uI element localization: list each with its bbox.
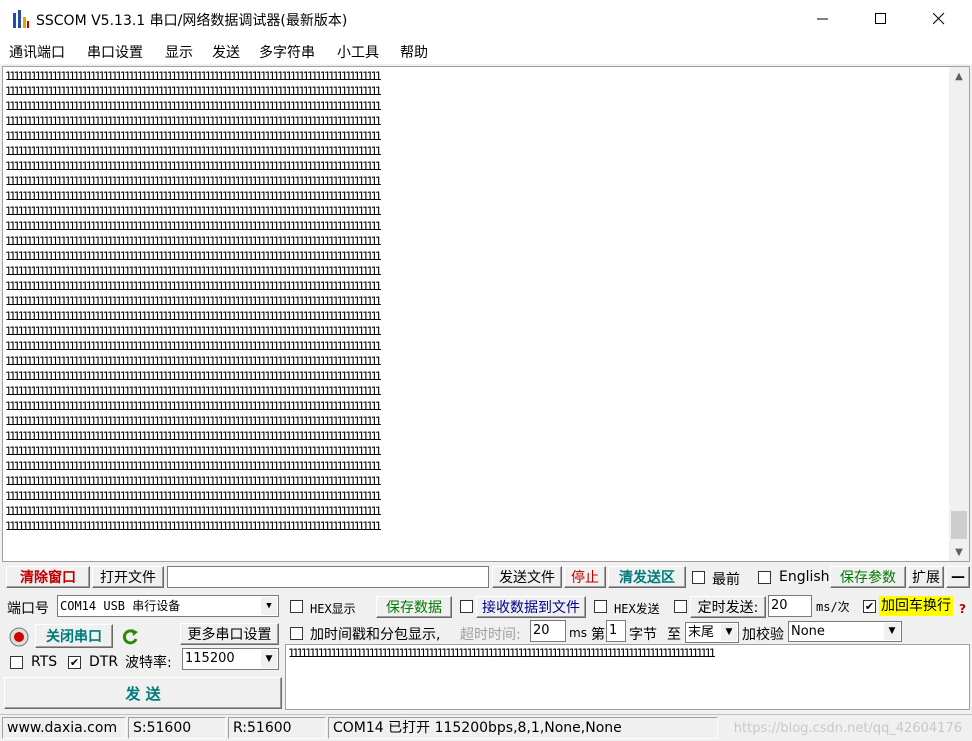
collapse-button[interactable]: — bbox=[946, 566, 970, 588]
timestamp-checkbox[interactable] bbox=[290, 627, 303, 640]
nth-label: 第 bbox=[591, 627, 605, 643]
menu-help[interactable]: 帮助 bbox=[400, 42, 428, 62]
help-icon[interactable]: ? bbox=[959, 602, 966, 616]
checksum-label: 加校验 bbox=[742, 627, 784, 643]
send-textarea[interactable]: 1111111111111111111111111111111111111111… bbox=[285, 644, 970, 710]
checksum-value: None bbox=[791, 624, 825, 639]
maximize-button[interactable] bbox=[858, 0, 904, 38]
close-icon bbox=[933, 13, 945, 25]
website-link[interactable]: www.daxia.com bbox=[2, 717, 126, 739]
minimize-button[interactable] bbox=[800, 0, 846, 38]
receive-text: 1111111111111111111111111111111111111111… bbox=[5, 70, 382, 533]
status-bar: www.daxia.com S:51600 R:51600 COM14 已打开 … bbox=[0, 714, 972, 741]
chevron-down-icon: ▼ bbox=[884, 623, 900, 640]
receive-area[interactable]: 1111111111111111111111111111111111111111… bbox=[2, 66, 970, 562]
port-label: 端口号 bbox=[7, 601, 49, 617]
save-data-button[interactable]: 保存数据 bbox=[376, 596, 452, 618]
hex-send-checkbox[interactable] bbox=[594, 600, 607, 613]
app-icon bbox=[13, 10, 29, 28]
timestamp-label: 加时间戳和分包显示, bbox=[310, 627, 441, 643]
send-text: 1111111111111111111111111111111111111111… bbox=[288, 647, 716, 660]
to-label: 至 bbox=[667, 627, 681, 643]
title-bar: SSCOM V5.13.1 串口/网络数据调试器(最新版本) bbox=[0, 0, 972, 38]
send-file-button[interactable]: 发送文件 bbox=[492, 566, 562, 588]
add-crlf-checkbox[interactable]: ✔ bbox=[863, 600, 876, 613]
menu-bar: 通讯端口 串口设置 显示 发送 多字符串 小工具 帮助 bbox=[0, 38, 972, 64]
hex-display-checkbox[interactable] bbox=[290, 600, 303, 613]
recv-to-file-checkbox[interactable] bbox=[460, 600, 473, 613]
expand-button[interactable]: 扩展 bbox=[908, 566, 944, 588]
scroll-down-icon[interactable]: ▼ bbox=[949, 543, 969, 561]
recv-to-file-button[interactable]: 接收数据到文件 bbox=[476, 596, 586, 618]
english-checkbox[interactable] bbox=[758, 571, 771, 584]
save-params-button[interactable]: 保存参数 bbox=[830, 566, 906, 588]
clear-window-button[interactable]: 清除窗口 bbox=[6, 566, 90, 588]
more-settings-button[interactable]: 更多串口设置 bbox=[180, 623, 279, 645]
baud-select[interactable]: 115200 ▼ bbox=[182, 648, 279, 670]
baud-label: 波特率: bbox=[125, 655, 172, 671]
menu-display[interactable]: 显示 bbox=[165, 42, 193, 62]
scroll-up-icon[interactable]: ▲ bbox=[949, 67, 969, 85]
timeout-input[interactable]: 20 bbox=[530, 620, 566, 642]
clear-send-button[interactable]: 清发送区 bbox=[608, 566, 686, 588]
send-button[interactable]: 发 送 bbox=[4, 677, 282, 709]
refresh-icon[interactable] bbox=[120, 627, 140, 647]
file-path-input[interactable] bbox=[167, 566, 489, 588]
sent-count: S:51600 bbox=[128, 717, 226, 739]
add-crlf-label[interactable]: 加回车换行 bbox=[879, 596, 953, 616]
window-title: SSCOM V5.13.1 串口/网络数据调试器(最新版本) bbox=[36, 13, 348, 29]
menu-send[interactable]: 发送 bbox=[212, 42, 240, 62]
dtr-label: DTR bbox=[89, 654, 119, 670]
close-window-button[interactable] bbox=[916, 0, 962, 38]
close-port-button[interactable]: 关闭串口 bbox=[35, 624, 113, 648]
end-select[interactable]: 末尾 ▼ bbox=[685, 622, 739, 643]
topmost-label: 最前 bbox=[712, 572, 740, 588]
checksum-select[interactable]: None ▼ bbox=[788, 621, 902, 642]
timed-send-button[interactable]: 定时发送: bbox=[690, 596, 766, 618]
english-label: English bbox=[779, 569, 830, 585]
end-value: 末尾 bbox=[688, 625, 715, 640]
received-count: R:51600 bbox=[228, 717, 326, 739]
rts-checkbox[interactable] bbox=[10, 656, 23, 669]
record-icon bbox=[9, 627, 29, 647]
stop-button[interactable]: 停止 bbox=[564, 566, 606, 588]
byte-label: 字节 bbox=[629, 627, 657, 643]
dtr-checkbox[interactable]: ✔ bbox=[68, 656, 81, 669]
topmost-checkbox[interactable] bbox=[692, 571, 705, 584]
maximize-icon bbox=[875, 13, 886, 24]
timed-send-checkbox[interactable] bbox=[674, 600, 687, 613]
port-status: COM14 已打开 115200bps,8,1,None,None bbox=[328, 717, 718, 739]
menu-tools[interactable]: 小工具 bbox=[337, 42, 379, 62]
nth-input[interactable]: 1 bbox=[606, 620, 626, 642]
port-select[interactable]: COM14 USB 串行设备 ▼ bbox=[57, 595, 279, 617]
hex-display-label: HEX显示 bbox=[310, 602, 356, 616]
menu-multi-string[interactable]: 多字符串 bbox=[259, 42, 315, 62]
baud-value: 115200 bbox=[185, 651, 235, 666]
watermark: https://blog.csdn.net/qq_42604176 bbox=[733, 721, 962, 736]
chevron-down-icon: ▼ bbox=[721, 624, 737, 641]
timeout-label: 超时时间: bbox=[460, 627, 521, 643]
timeout-unit-label: ms bbox=[569, 626, 587, 640]
scroll-thumb[interactable] bbox=[951, 511, 967, 539]
chevron-down-icon: ▼ bbox=[261, 597, 277, 615]
rts-label: RTS bbox=[31, 654, 58, 670]
interval-input[interactable]: 20 bbox=[768, 595, 812, 617]
open-file-button[interactable]: 打开文件 bbox=[92, 566, 164, 588]
receive-scrollbar[interactable]: ▲ ▼ bbox=[949, 67, 969, 561]
menu-serial-settings[interactable]: 串口设置 bbox=[87, 42, 143, 62]
menu-comm-port[interactable]: 通讯端口 bbox=[9, 42, 65, 62]
chevron-down-icon: ▼ bbox=[261, 650, 277, 668]
hex-send-label: HEX发送 bbox=[614, 602, 660, 616]
minimize-icon bbox=[817, 18, 828, 20]
port-value: COM14 USB 串行设备 bbox=[60, 599, 181, 613]
interval-unit-label: ms/次 bbox=[816, 600, 850, 614]
